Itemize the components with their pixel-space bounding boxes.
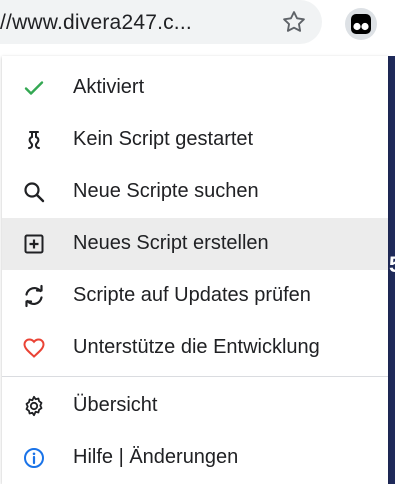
- address-bar[interactable]: //www.divera247.c...: [0, 0, 322, 44]
- menu-item-create-script[interactable]: Neues Script erstellen: [2, 218, 388, 270]
- heart-icon: [21, 335, 47, 361]
- browser-toolbar: //www.divera247.c...: [0, 0, 395, 56]
- gear-icon: [21, 393, 47, 419]
- refresh-icon: [21, 283, 47, 309]
- menu-item-label: Neues Script erstellen: [73, 232, 269, 254]
- page-partial-text: 5: [389, 252, 395, 278]
- extension-popup-menu: Aktiviert Kein Script gestartet Neue Scr…: [2, 56, 388, 484]
- menu-item-enabled[interactable]: Aktiviert: [2, 62, 388, 114]
- menu-item-label: Scripte auf Updates prüfen: [73, 284, 311, 306]
- tampermonkey-icon: [351, 14, 371, 34]
- menu-item-no-script[interactable]: Kein Script gestartet: [2, 114, 388, 166]
- checkmark-icon: [21, 75, 47, 101]
- menu-item-label: Unterstütze die Entwicklung: [73, 336, 320, 358]
- menu-item-find-scripts[interactable]: Neue Scripte suchen: [2, 166, 388, 218]
- menu-item-check-updates[interactable]: Scripte auf Updates prüfen: [2, 270, 388, 322]
- url-text: //www.divera247.c...: [0, 11, 192, 34]
- menu-item-overview[interactable]: Übersicht: [2, 380, 388, 432]
- menu-item-help[interactable]: Hilfe | Änderungen: [2, 432, 388, 484]
- menu-item-label: Aktiviert: [73, 76, 145, 98]
- menu-item-label: Kein Script gestartet: [73, 128, 254, 150]
- add-box-icon: [21, 231, 47, 257]
- tampermonkey-extension-button[interactable]: [345, 8, 377, 40]
- menu-item-label: Hilfe | Änderungen: [73, 446, 239, 468]
- star-outline-icon[interactable]: [280, 8, 308, 36]
- info-icon: [21, 445, 47, 471]
- search-icon: [21, 179, 47, 205]
- menu-divider: [2, 376, 388, 377]
- menu-item-support[interactable]: Unterstütze die Entwicklung: [2, 322, 388, 374]
- menu-item-label: Neue Scripte suchen: [73, 180, 259, 202]
- script-icon: [21, 127, 47, 153]
- menu-item-label: Übersicht: [73, 394, 158, 416]
